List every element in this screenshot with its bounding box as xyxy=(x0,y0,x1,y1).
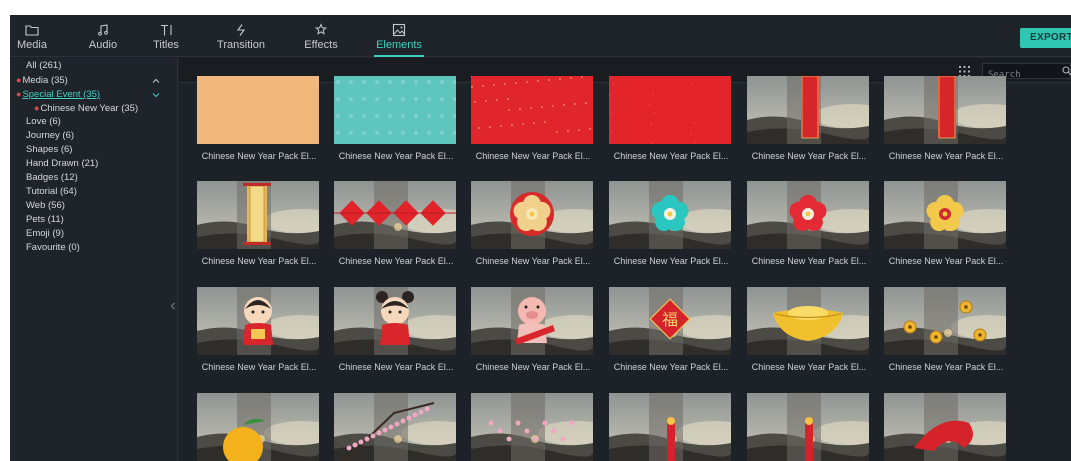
elements-panel: Chinese New Year Pack El... Chinese New Y… xyxy=(179,58,1071,461)
transition-icon xyxy=(236,24,246,36)
element-caption: Chinese New Year Pack El... xyxy=(613,362,729,372)
element-thumbnail[interactable] xyxy=(197,393,319,461)
element-caption: Chinese New Year Pack El... xyxy=(613,151,729,161)
tab-media[interactable]: Media xyxy=(14,15,50,57)
sidebar-item-shapes[interactable]: Shapes (6) xyxy=(26,144,72,156)
text-icon xyxy=(161,24,172,36)
tab-effects[interactable]: Effects xyxy=(301,15,341,57)
sidebar-item-chinese-new-year[interactable]: ●Chinese New Year (35) xyxy=(34,102,138,115)
element-caption: Chinese New Year Pack El... xyxy=(338,151,454,161)
element-thumbnail[interactable] xyxy=(747,393,869,461)
marker-dot-icon: ● xyxy=(16,89,22,99)
element-thumbnail[interactable] xyxy=(884,287,1006,355)
element-thumbnail[interactable] xyxy=(334,393,456,461)
sidebar-item-pets[interactable]: Pets (11) xyxy=(26,214,64,226)
sidebar-item-media[interactable]: ●Media (35) xyxy=(16,74,68,87)
sidebar-item-tutorial[interactable]: Tutorial (64) xyxy=(26,186,77,198)
element-thumbnail[interactable] xyxy=(197,181,319,249)
element-caption: Chinese New Year Pack El... xyxy=(888,256,1004,266)
search-icon[interactable] xyxy=(1062,66,1071,76)
element-thumbnail[interactable] xyxy=(471,393,593,461)
effects-icon xyxy=(314,23,328,35)
tab-transition-label: Transition xyxy=(217,39,265,51)
element-caption: Chinese New Year Pack El... xyxy=(338,362,454,372)
element-thumbnail[interactable] xyxy=(471,76,593,144)
element-caption: Chinese New Year Pack El... xyxy=(751,151,867,161)
tab-transition[interactable]: Transition xyxy=(216,15,266,57)
element-thumbnail[interactable] xyxy=(747,287,869,355)
element-thumbnail[interactable] xyxy=(609,181,731,249)
element-thumbnail[interactable] xyxy=(471,287,593,355)
category-sidebar: All (261) ●Media (35) ●Special Event (35… xyxy=(10,58,178,461)
tab-media-label: Media xyxy=(17,39,47,51)
tab-elements-label: Elements xyxy=(376,39,422,51)
element-thumbnail[interactable] xyxy=(471,181,593,249)
marker-dot-icon: ● xyxy=(34,103,40,113)
element-thumbnail[interactable]: 福 xyxy=(609,287,731,355)
element-thumbnail[interactable] xyxy=(334,76,456,144)
sidebar-item-journey[interactable]: Journey (6) xyxy=(26,130,74,142)
tab-titles-label: Titles xyxy=(153,39,179,51)
svg-text:福: 福 xyxy=(662,310,678,329)
element-thumbnail[interactable] xyxy=(747,76,869,144)
chevron-up-icon[interactable] xyxy=(152,77,160,85)
element-thumbnail[interactable] xyxy=(884,181,1006,249)
tab-audio[interactable]: Audio xyxy=(83,15,123,57)
element-thumbnail[interactable] xyxy=(197,76,319,144)
element-caption: Chinese New Year Pack El... xyxy=(475,151,591,161)
chevron-down-icon[interactable] xyxy=(152,91,160,99)
element-thumbnail[interactable] xyxy=(609,76,731,144)
folder-icon xyxy=(25,25,39,36)
element-caption: Chinese New Year Pack El... xyxy=(475,362,591,372)
element-caption: Chinese New Year Pack El... xyxy=(888,362,1004,372)
image-icon xyxy=(392,23,406,37)
element-thumbnail[interactable] xyxy=(884,393,1006,461)
tab-elements[interactable]: Elements xyxy=(374,15,424,57)
element-thumbnail[interactable] xyxy=(334,181,456,249)
music-note-icon xyxy=(98,24,108,36)
element-caption: Chinese New Year Pack El... xyxy=(201,256,317,266)
sidebar-item-badges[interactable]: Badges (12) xyxy=(26,172,78,184)
element-thumbnail[interactable] xyxy=(334,287,456,355)
tab-effects-label: Effects xyxy=(304,39,338,51)
sidebar-item-hand-drawn[interactable]: Hand Drawn (21) xyxy=(26,158,98,170)
collapse-left-icon[interactable] xyxy=(170,302,176,310)
element-caption: Chinese New Year Pack El... xyxy=(751,362,867,372)
element-thumbnail[interactable] xyxy=(884,76,1006,144)
marker-dot-icon: ● xyxy=(16,75,22,85)
export-button[interactable]: EXPORT xyxy=(1020,28,1071,48)
tab-audio-label: Audio xyxy=(88,39,118,51)
element-caption: Chinese New Year Pack El... xyxy=(751,256,867,266)
element-caption: Chinese New Year Pack El... xyxy=(613,256,729,266)
tab-titles[interactable]: Titles xyxy=(151,15,181,57)
element-caption: Chinese New Year Pack El... xyxy=(201,362,317,372)
sidebar-item-all[interactable]: All (261) xyxy=(26,60,61,72)
element-caption: Chinese New Year Pack El... xyxy=(475,256,591,266)
sidebar-item-special-event[interactable]: ●Special Event (35) xyxy=(16,88,100,101)
element-thumbnail[interactable] xyxy=(747,181,869,249)
sidebar-item-web[interactable]: Web (56) xyxy=(26,200,65,212)
sidebar-item-favourite[interactable]: Favourite (0) xyxy=(26,242,80,254)
sidebar-item-love[interactable]: Love (6) xyxy=(26,116,61,128)
app-window: Media Audio Titles Transition Effects El… xyxy=(10,15,1071,461)
top-toolbar: Media Audio Titles Transition Effects El… xyxy=(10,15,1071,57)
element-caption: Chinese New Year Pack El... xyxy=(201,151,317,161)
element-caption: Chinese New Year Pack El... xyxy=(888,151,1004,161)
element-caption: Chinese New Year Pack El... xyxy=(338,256,454,266)
sidebar-item-emoji[interactable]: Emoji (9) xyxy=(26,228,64,240)
element-thumbnail[interactable] xyxy=(609,393,731,461)
element-thumbnail[interactable] xyxy=(197,287,319,355)
